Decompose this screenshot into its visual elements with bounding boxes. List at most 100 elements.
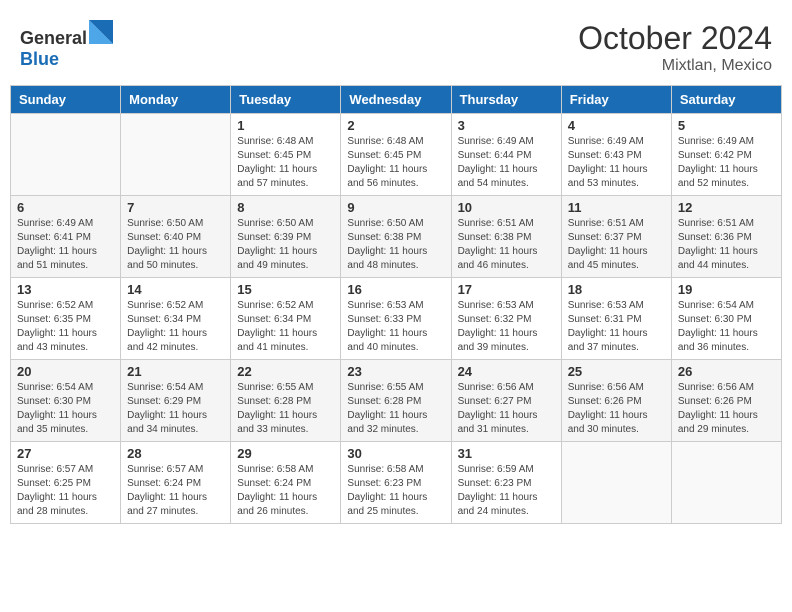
day-number: 16	[347, 282, 444, 297]
day-number: 7	[127, 200, 224, 215]
calendar-cell	[11, 114, 121, 196]
day-number: 29	[237, 446, 334, 461]
calendar-cell: 2 Sunrise: 6:48 AM Sunset: 6:45 PM Daylig…	[341, 114, 451, 196]
day-info: Sunrise: 6:52 AM Sunset: 6:35 PM Dayligh…	[17, 299, 114, 355]
month-title: October 2024	[578, 20, 772, 57]
day-info: Sunrise: 6:53 AM Sunset: 6:32 PM Dayligh…	[458, 299, 555, 355]
day-info: Sunrise: 6:49 AM Sunset: 6:42 PM Dayligh…	[678, 135, 775, 191]
calendar-week-row: 27 Sunrise: 6:57 AM Sunset: 6:25 PM Dayli…	[11, 442, 782, 524]
day-number: 31	[458, 446, 555, 461]
day-info: Sunrise: 6:51 AM Sunset: 6:38 PM Dayligh…	[458, 217, 555, 273]
weekday-header: Friday	[561, 86, 671, 114]
calendar-cell: 22 Sunrise: 6:55 AM Sunset: 6:28 PM Dayli…	[231, 360, 341, 442]
day-number: 10	[458, 200, 555, 215]
day-info: Sunrise: 6:48 AM Sunset: 6:45 PM Dayligh…	[347, 135, 444, 191]
day-number: 17	[458, 282, 555, 297]
calendar-cell: 31 Sunrise: 6:59 AM Sunset: 6:23 PM Dayli…	[451, 442, 561, 524]
day-info: Sunrise: 6:55 AM Sunset: 6:28 PM Dayligh…	[237, 381, 334, 437]
day-info: Sunrise: 6:54 AM Sunset: 6:30 PM Dayligh…	[17, 381, 114, 437]
calendar-cell: 27 Sunrise: 6:57 AM Sunset: 6:25 PM Dayli…	[11, 442, 121, 524]
day-number: 11	[568, 200, 665, 215]
day-info: Sunrise: 6:49 AM Sunset: 6:41 PM Dayligh…	[17, 217, 114, 273]
calendar-cell: 4 Sunrise: 6:49 AM Sunset: 6:43 PM Daylig…	[561, 114, 671, 196]
calendar-cell: 5 Sunrise: 6:49 AM Sunset: 6:42 PM Daylig…	[671, 114, 781, 196]
calendar-cell: 6Sunrise: 6:49 AM Sunset: 6:41 PM Daylig…	[11, 196, 121, 278]
calendar-cell: 19 Sunrise: 6:54 AM Sunset: 6:30 PM Dayli…	[671, 278, 781, 360]
calendar-header-row: SundayMondayTuesdayWednesdayThursdayFrid…	[11, 86, 782, 114]
calendar-cell: 7 Sunrise: 6:50 AM Sunset: 6:40 PM Daylig…	[121, 196, 231, 278]
calendar-week-row: 1 Sunrise: 6:48 AM Sunset: 6:45 PM Daylig…	[11, 114, 782, 196]
calendar-cell: 9Sunrise: 6:50 AM Sunset: 6:38 PM Daylig…	[341, 196, 451, 278]
day-info: Sunrise: 6:57 AM Sunset: 6:25 PM Dayligh…	[17, 463, 114, 519]
title-block: October 2024 Mixtlan, Mexico	[578, 20, 772, 75]
day-info: Sunrise: 6:56 AM Sunset: 6:26 PM Dayligh…	[678, 381, 775, 437]
day-number: 30	[347, 446, 444, 461]
day-info: Sunrise: 6:54 AM Sunset: 6:30 PM Dayligh…	[678, 299, 775, 355]
logo-text: General Blue	[20, 20, 113, 70]
day-number: 1	[237, 118, 334, 133]
day-number: 3	[458, 118, 555, 133]
day-number: 4	[568, 118, 665, 133]
day-number: 5	[678, 118, 775, 133]
day-number: 20	[17, 364, 114, 379]
day-number: 27	[17, 446, 114, 461]
calendar-cell: 26 Sunrise: 6:56 AM Sunset: 6:26 PM Dayli…	[671, 360, 781, 442]
day-number: 22	[237, 364, 334, 379]
day-number: 26	[678, 364, 775, 379]
day-info: Sunrise: 6:55 AM Sunset: 6:28 PM Dayligh…	[347, 381, 444, 437]
calendar-cell: 3Sunrise: 6:49 AM Sunset: 6:44 PM Daylig…	[451, 114, 561, 196]
day-info: Sunrise: 6:52 AM Sunset: 6:34 PM Dayligh…	[237, 299, 334, 355]
day-number: 2	[347, 118, 444, 133]
logo: General Blue	[20, 20, 113, 70]
calendar-cell	[671, 442, 781, 524]
day-number: 24	[458, 364, 555, 379]
day-info: Sunrise: 6:50 AM Sunset: 6:38 PM Dayligh…	[347, 217, 444, 273]
day-info: Sunrise: 6:57 AM Sunset: 6:24 PM Dayligh…	[127, 463, 224, 519]
day-info: Sunrise: 6:53 AM Sunset: 6:31 PM Dayligh…	[568, 299, 665, 355]
calendar-week-row: 20 Sunrise: 6:54 AM Sunset: 6:30 PM Dayli…	[11, 360, 782, 442]
day-info: Sunrise: 6:50 AM Sunset: 6:39 PM Dayligh…	[237, 217, 334, 273]
day-info: Sunrise: 6:58 AM Sunset: 6:23 PM Dayligh…	[347, 463, 444, 519]
calendar-cell	[561, 442, 671, 524]
logo-blue: Blue	[20, 49, 59, 69]
day-info: Sunrise: 6:49 AM Sunset: 6:43 PM Dayligh…	[568, 135, 665, 191]
calendar-cell: 12 Sunrise: 6:51 AM Sunset: 6:36 PM Dayli…	[671, 196, 781, 278]
weekday-header: Monday	[121, 86, 231, 114]
calendar-cell: 23Sunrise: 6:55 AM Sunset: 6:28 PM Dayli…	[341, 360, 451, 442]
day-number: 21	[127, 364, 224, 379]
calendar-cell: 14 Sunrise: 6:52 AM Sunset: 6:34 PM Dayli…	[121, 278, 231, 360]
calendar-table: SundayMondayTuesdayWednesdayThursdayFrid…	[10, 85, 782, 524]
calendar-cell: 17 Sunrise: 6:53 AM Sunset: 6:32 PM Dayli…	[451, 278, 561, 360]
calendar-cell: 21Sunrise: 6:54 AM Sunset: 6:29 PM Dayli…	[121, 360, 231, 442]
logo-icon	[89, 20, 113, 44]
weekday-header: Thursday	[451, 86, 561, 114]
weekday-header: Tuesday	[231, 86, 341, 114]
day-info: Sunrise: 6:56 AM Sunset: 6:26 PM Dayligh…	[568, 381, 665, 437]
day-info: Sunrise: 6:50 AM Sunset: 6:40 PM Dayligh…	[127, 217, 224, 273]
calendar-cell: 13 Sunrise: 6:52 AM Sunset: 6:35 PM Dayli…	[11, 278, 121, 360]
calendar-cell: 30 Sunrise: 6:58 AM Sunset: 6:23 PM Dayli…	[341, 442, 451, 524]
calendar-week-row: 13 Sunrise: 6:52 AM Sunset: 6:35 PM Dayli…	[11, 278, 782, 360]
day-number: 19	[678, 282, 775, 297]
calendar-cell: 18 Sunrise: 6:53 AM Sunset: 6:31 PM Dayli…	[561, 278, 671, 360]
weekday-header: Wednesday	[341, 86, 451, 114]
calendar-cell: 1Sunrise: 6:48 AM Sunset: 6:45 PM Daylig…	[231, 114, 341, 196]
calendar-week-row: 6Sunrise: 6:49 AM Sunset: 6:41 PM Daylig…	[11, 196, 782, 278]
calendar-cell: 25Sunrise: 6:56 AM Sunset: 6:26 PM Dayli…	[561, 360, 671, 442]
calendar-cell: 24 Sunrise: 6:56 AM Sunset: 6:27 PM Dayli…	[451, 360, 561, 442]
day-info: Sunrise: 6:59 AM Sunset: 6:23 PM Dayligh…	[458, 463, 555, 519]
calendar-cell	[121, 114, 231, 196]
calendar-cell: 10 Sunrise: 6:51 AM Sunset: 6:38 PM Dayli…	[451, 196, 561, 278]
day-info: Sunrise: 6:51 AM Sunset: 6:36 PM Dayligh…	[678, 217, 775, 273]
calendar-cell: 8Sunrise: 6:50 AM Sunset: 6:39 PM Daylig…	[231, 196, 341, 278]
calendar-cell: 29Sunrise: 6:58 AM Sunset: 6:24 PM Dayli…	[231, 442, 341, 524]
calendar-cell: 16Sunrise: 6:53 AM Sunset: 6:33 PM Dayli…	[341, 278, 451, 360]
calendar-cell: 11Sunrise: 6:51 AM Sunset: 6:37 PM Dayli…	[561, 196, 671, 278]
day-info: Sunrise: 6:56 AM Sunset: 6:27 PM Dayligh…	[458, 381, 555, 437]
day-number: 14	[127, 282, 224, 297]
day-number: 13	[17, 282, 114, 297]
day-number: 12	[678, 200, 775, 215]
day-number: 18	[568, 282, 665, 297]
day-info: Sunrise: 6:52 AM Sunset: 6:34 PM Dayligh…	[127, 299, 224, 355]
calendar-cell: 15Sunrise: 6:52 AM Sunset: 6:34 PM Dayli…	[231, 278, 341, 360]
